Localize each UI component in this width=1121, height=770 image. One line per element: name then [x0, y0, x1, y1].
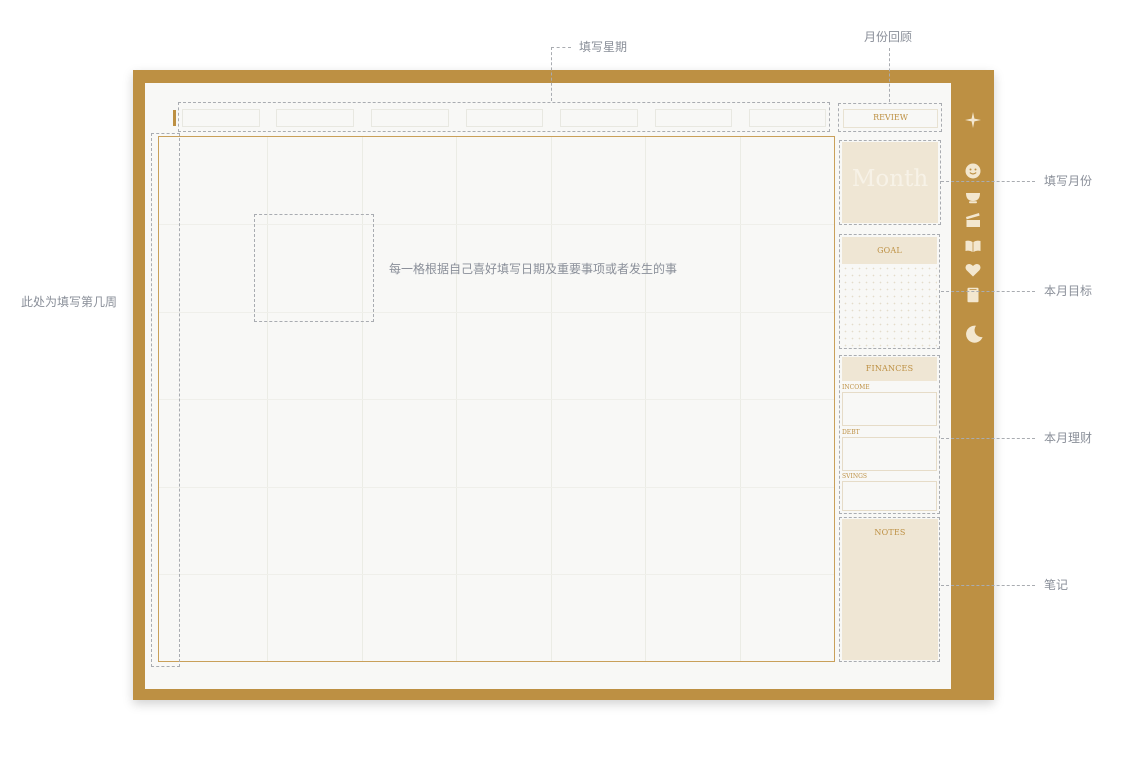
accent-bar [173, 110, 176, 126]
income-label: INCOME [842, 384, 870, 391]
savings-label: SVINGS [842, 473, 867, 480]
savings-box[interactable] [842, 481, 937, 511]
clapper-icon[interactable] [965, 212, 981, 228]
sparkle-icon[interactable] [965, 112, 981, 128]
goal-dot-area[interactable] [842, 265, 937, 347]
goal-leader [941, 291, 1035, 292]
weekday-box-4[interactable] [466, 109, 543, 127]
notes-leader [941, 585, 1035, 586]
weekday-box-3[interactable] [371, 109, 449, 127]
notes-annotation: 笔记 [1044, 578, 1069, 592]
smiley-icon[interactable] [965, 163, 981, 179]
review-box[interactable]: REVIEW [843, 109, 938, 128]
weekday-box-1[interactable] [182, 109, 260, 127]
day-cell-example-outline [254, 214, 374, 322]
month-annotation: 填写月份 [1044, 174, 1093, 188]
notepad-icon[interactable] [965, 287, 981, 303]
month-leader [941, 181, 1035, 182]
week-number-outline [151, 133, 180, 667]
finances-label: FINANCES [865, 364, 914, 373]
weekday-annotation: 填写星期 [579, 40, 628, 54]
bowl-icon[interactable] [965, 188, 981, 204]
book-icon[interactable] [965, 238, 981, 254]
weekday-leader-h [551, 47, 571, 48]
goal-header: GOAL [842, 237, 937, 264]
finances-header: FINANCES [842, 357, 937, 381]
weekday-box-2[interactable] [276, 109, 354, 127]
finance-annotation: 本月理财 [1044, 431, 1093, 445]
cell-hint-text: 每一格根据自己喜好填写日期及重要事项或者发生的事 [389, 262, 678, 276]
income-box[interactable] [842, 392, 937, 426]
goal-annotation: 本月目标 [1044, 284, 1093, 298]
goal-label: GOAL [877, 246, 902, 255]
weekday-leader-v [551, 47, 552, 101]
finances-body: INCOME DEBT SVINGS [840, 381, 939, 512]
month-label: Month [851, 166, 929, 192]
weekday-box-6[interactable] [655, 109, 732, 127]
moon-icon[interactable] [965, 325, 983, 343]
notes-card[interactable]: NOTES [842, 519, 938, 660]
review-leader [889, 48, 890, 102]
weekday-box-7[interactable] [749, 109, 826, 127]
review-annotation: 月份回顾 [864, 30, 913, 44]
week-number-annotation: 此处为填写第几周 [21, 295, 118, 309]
debt-label: DEBT [842, 429, 860, 436]
month-card[interactable]: Month [842, 142, 938, 223]
weekday-box-5[interactable] [560, 109, 638, 127]
finance-leader [941, 438, 1035, 439]
debt-box[interactable] [842, 437, 937, 471]
review-label: REVIEW [873, 113, 908, 122]
notes-label: NOTES [874, 528, 906, 537]
heart-icon[interactable] [965, 262, 981, 278]
